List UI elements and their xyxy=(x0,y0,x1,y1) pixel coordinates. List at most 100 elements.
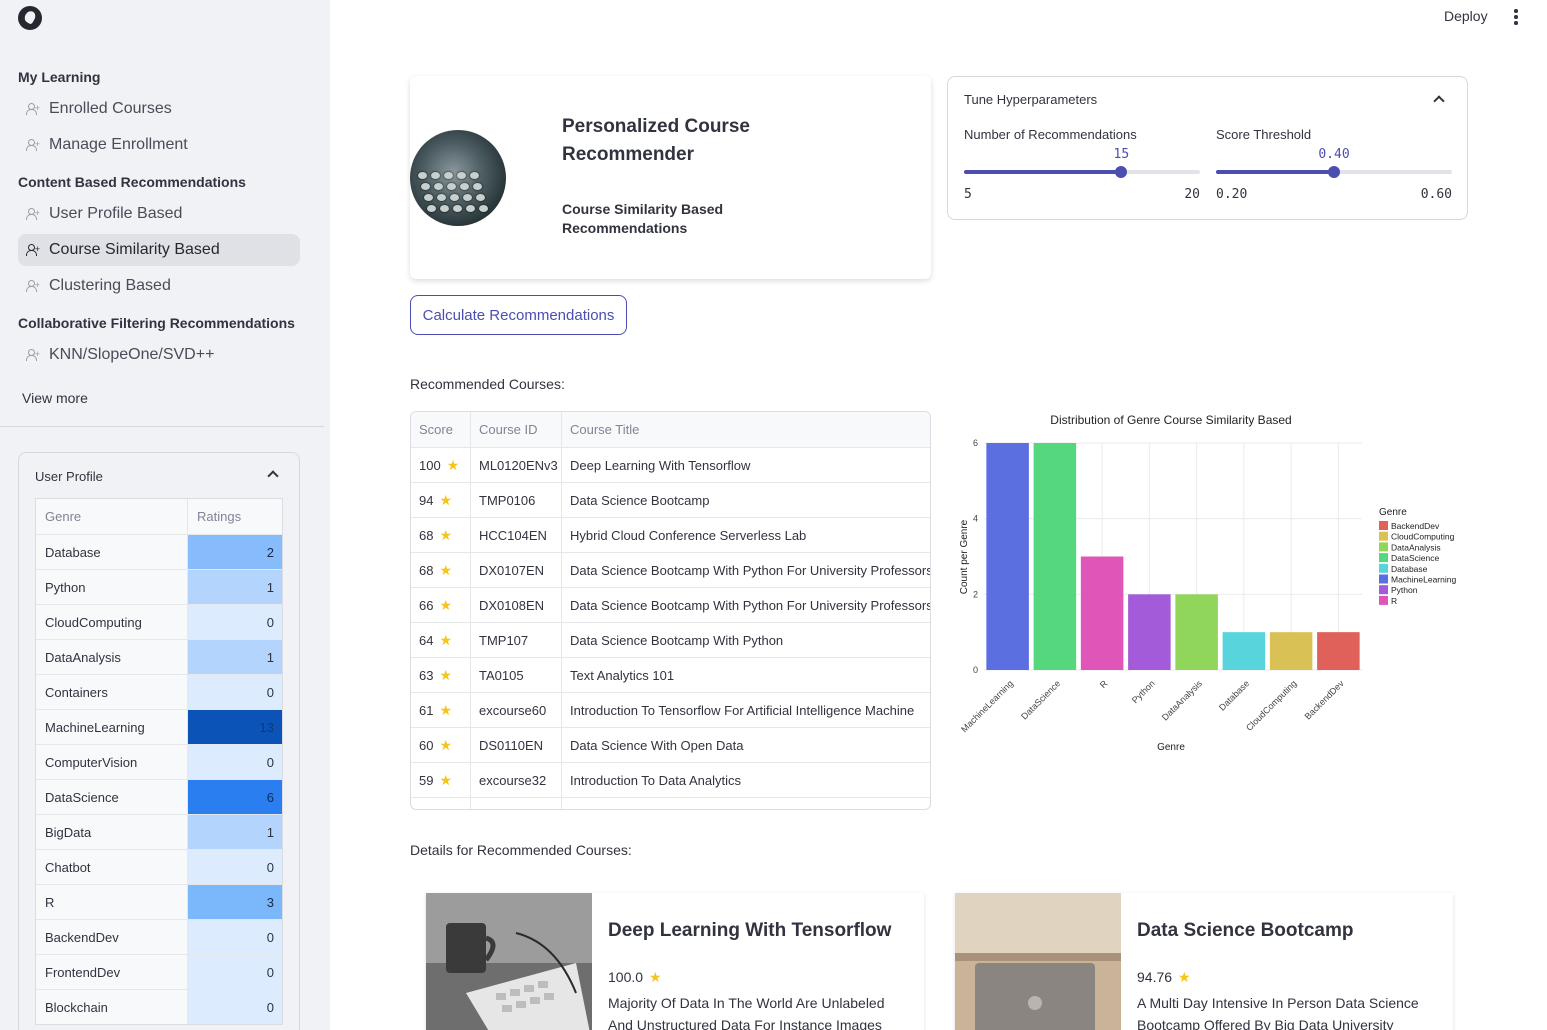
star-icon: ★ xyxy=(649,969,662,985)
details-label: Details for Recommended Courses: xyxy=(410,842,632,858)
star-icon: ★ xyxy=(446,456,460,473)
course-detail-card: Data Science Bootcamp 94.76 ★ A Multi Day… xyxy=(955,893,1453,1030)
chevron-up-icon[interactable] xyxy=(267,470,279,482)
genre-cell: DataScience xyxy=(36,780,188,814)
table-row[interactable]: R3 xyxy=(36,884,282,919)
column-header-ratings[interactable]: Ratings xyxy=(188,499,282,534)
view-more-link[interactable]: View more xyxy=(22,390,88,406)
table-row[interactable]: Blockchain 0 xyxy=(36,989,282,1024)
nav-item-course-similarity-based[interactable]: + Course Similarity Based xyxy=(18,234,300,266)
bar-datascience xyxy=(1033,443,1077,670)
slider-value: 0.40 xyxy=(1318,147,1350,162)
typewriter-key xyxy=(479,205,488,212)
table-row[interactable]: DataScience 6 xyxy=(36,779,282,814)
course-title-cell: Text Analytics 101 xyxy=(570,667,675,683)
table-row[interactable]: Database 2 xyxy=(36,534,282,569)
deploy-button[interactable]: Deploy xyxy=(1444,8,1488,24)
slider-thumb[interactable] xyxy=(1328,166,1340,178)
course-title-cell: Data Science Bootcamp With Python xyxy=(570,632,784,648)
nav-item-clustering-based[interactable]: + Clustering Based xyxy=(18,270,300,302)
table-row[interactable]: 59 ★ excourse32 Introduction To Data Analyt… xyxy=(411,763,930,798)
x-tick-label: MachineLearning xyxy=(959,678,1015,734)
table-row[interactable]: 68 ★ DX0107EN Data Science Bootcamp With Py… xyxy=(411,553,930,588)
nav-item-enrolled-courses[interactable]: + Enrolled Courses xyxy=(18,93,300,125)
table-row[interactable]: ComputerVision 0 xyxy=(36,744,282,779)
typewriter-key xyxy=(457,172,466,179)
table-row[interactable]: BackendDev 0 xyxy=(36,919,282,954)
legend-title: Genre xyxy=(1379,507,1407,518)
sidebar-divider xyxy=(0,426,324,427)
table-row[interactable]: 100 ★ ML0120ENv3 Deep Learning With Tensorf… xyxy=(411,448,930,483)
column-header-score[interactable]: Score xyxy=(411,412,471,447)
table-row[interactable]: 61 ★ excourse60 Introduction To Tensorflow … xyxy=(411,693,930,728)
genre-cell: ComputerVision xyxy=(36,745,188,779)
column-header-course-id[interactable]: Course ID xyxy=(471,412,562,447)
genre-cell: R xyxy=(36,885,188,919)
legend-swatch xyxy=(1379,542,1388,552)
table-row[interactable]: BigData 1 xyxy=(36,814,282,849)
user-profile-table: Genre Ratings Database 2 Python 1 CloudCompu… xyxy=(35,498,283,1025)
table-row[interactable]: MachineLearning 13 xyxy=(36,709,282,744)
course-title-cell: Deep Learning With Tensorflow xyxy=(570,457,751,473)
chevron-up-icon[interactable] xyxy=(1433,95,1445,107)
table-row[interactable]: FrontendDev 0 xyxy=(36,954,282,989)
typewriter-key xyxy=(447,183,456,190)
course-id-cell: excourse60 xyxy=(471,693,562,727)
table-row xyxy=(411,798,930,809)
score-value: 68 xyxy=(419,562,434,578)
score-value: 68 xyxy=(419,527,434,543)
typewriter-key xyxy=(444,172,453,179)
x-tick-label: BackendDev xyxy=(1303,678,1347,722)
table-row[interactable]: Python 1 xyxy=(36,569,282,604)
page-title: Personalized Course Recommender xyxy=(562,116,750,165)
slider-track[interactable] xyxy=(964,166,1200,178)
table-row[interactable]: DataAnalysis 1 xyxy=(36,639,282,674)
course-score: 100.0 ★ xyxy=(608,969,662,985)
nav-item-knn[interactable]: + KNN/SlopeOne/SVD++ xyxy=(18,339,300,371)
num-recommendations-slider[interactable]: Number of Recommendations 15 5 20 xyxy=(964,127,1200,202)
slider-track[interactable] xyxy=(1216,166,1452,178)
course-id-cell: HCC104EN xyxy=(471,518,562,552)
legend-swatch xyxy=(1379,531,1388,541)
course-detail-card: Deep Learning With Tensorflow 100.0 ★ Maj… xyxy=(426,893,924,1030)
genre-cell: Database xyxy=(36,535,188,569)
table-header-row: Genre Ratings xyxy=(36,499,282,534)
table-row[interactable]: CloudComputing 0 xyxy=(36,604,282,639)
calculate-recommendations-button[interactable]: Calculate Recommendations xyxy=(410,295,627,335)
score-value: 66 xyxy=(419,597,434,613)
user-add-icon: + xyxy=(26,244,40,256)
y-tick-label: 2 xyxy=(973,589,978,599)
slider-max: 20 xyxy=(1184,187,1200,202)
nav-header-my-learning: My Learning xyxy=(18,69,101,85)
rating-cell: 1 xyxy=(188,570,282,604)
hyperparameters-title[interactable]: Tune Hyperparameters xyxy=(964,92,1097,107)
nav-item-user-profile-based[interactable]: + User Profile Based xyxy=(18,198,300,230)
table-row[interactable]: 63 ★ TA0105 Text Analytics 101 xyxy=(411,658,930,693)
y-axis-label: Count per Genre xyxy=(959,519,970,594)
recommended-courses-table[interactable]: Score Course ID Course Title 100 ★ ML0120E… xyxy=(410,411,931,810)
table-row[interactable]: Containers 0 xyxy=(36,674,282,709)
table-header-row: Score Course ID Course Title xyxy=(411,412,930,448)
table-row[interactable]: 60 ★ DS0110EN Data Science With Open Data xyxy=(411,728,930,763)
user-profile-title[interactable]: User Profile xyxy=(35,469,103,484)
legend-entry: R xyxy=(1391,596,1397,606)
app-logo-icon[interactable] xyxy=(18,6,42,30)
score-value: 60 xyxy=(419,737,434,753)
table-row[interactable]: 64 ★ TMP107 Data Science Bootcamp With Pyth… xyxy=(411,623,930,658)
main-menu-icon[interactable] xyxy=(1514,9,1518,27)
column-header-course-title[interactable]: Course Title xyxy=(562,412,930,447)
table-row[interactable]: 66 ★ DX0108EN Data Science Bootcamp With Py… xyxy=(411,588,930,623)
column-header-genre[interactable]: Genre xyxy=(36,499,188,534)
slider-thumb[interactable] xyxy=(1115,166,1128,178)
course-id-cell: DS0110EN xyxy=(471,728,562,762)
table-row[interactable]: 68 ★ HCC104EN Hybrid Cloud Conference Serve… xyxy=(411,518,930,553)
nav-item-manage-enrollment[interactable]: + Manage Enrollment xyxy=(18,129,300,161)
table-row[interactable]: Chatbot 0 xyxy=(36,849,282,884)
nav-header-content-based: Content Based Recommendations xyxy=(18,174,246,190)
table-row[interactable]: 94 ★ TMP0106 Data Science Bootcamp xyxy=(411,483,930,518)
rating-cell: 0 xyxy=(188,675,282,709)
score-threshold-slider[interactable]: Score Threshold 0.40 0.20 0.60 xyxy=(1216,127,1452,202)
course-title-cell: Data Science With Open Data xyxy=(570,737,744,753)
genre-cell: CloudComputing xyxy=(36,605,188,639)
score-cell: 64 ★ xyxy=(411,623,471,657)
